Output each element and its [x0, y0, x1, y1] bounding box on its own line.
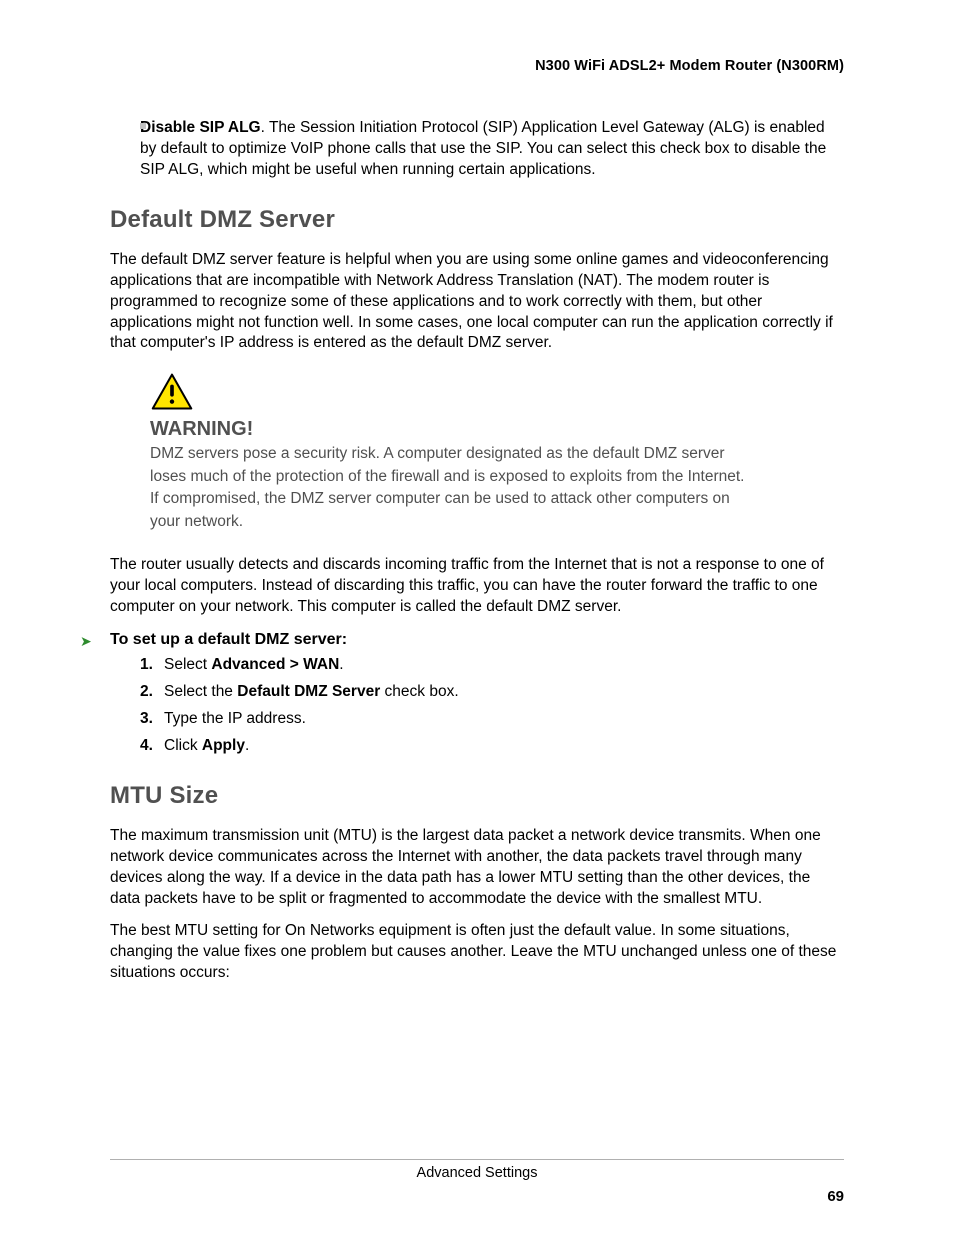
- arrow-icon: ➤: [80, 633, 92, 650]
- step-1: 1.Select Advanced > WAN.: [140, 655, 844, 676]
- footer-chapter: Advanced Settings: [0, 1165, 954, 1181]
- step-2-bold: Default DMZ Server: [237, 683, 380, 700]
- running-header: N300 WiFi ADSL2+ Modem Router (N300RM): [110, 58, 844, 74]
- procedure-title: To set up a default DMZ server:: [110, 631, 347, 648]
- warning-title: WARNING!: [150, 418, 844, 441]
- step-4-before: Click: [164, 737, 202, 754]
- step-3-text: Type the IP address.: [164, 710, 306, 727]
- step-4-bold: Apply: [202, 737, 245, 754]
- heading-default-dmz-server: Default DMZ Server: [110, 206, 844, 234]
- dmz-para-2: The router usually detects and discards …: [110, 555, 844, 617]
- footer-rule: [110, 1159, 844, 1160]
- warning-icon: [150, 372, 844, 412]
- procedure-steps: 1.Select Advanced > WAN. 2.Select the De…: [140, 655, 844, 756]
- heading-mtu-size: MTU Size: [110, 782, 844, 810]
- warning-body: DMZ servers pose a security risk. A comp…: [150, 443, 750, 533]
- bullet-item-disable-sip-alg: Disable SIP ALG. The Session Initiation …: [140, 118, 844, 180]
- step-number: 2.: [140, 682, 164, 703]
- procedure-header: ➤ To set up a default DMZ server:: [110, 631, 844, 649]
- bullet-label: Disable SIP ALG: [140, 119, 261, 136]
- step-number: 3.: [140, 709, 164, 730]
- step-2-after: check box.: [380, 683, 458, 700]
- page-container: N300 WiFi ADSL2+ Modem Router (N300RM) D…: [0, 0, 954, 1235]
- dmz-para-1: The default DMZ server feature is helpfu…: [110, 250, 844, 354]
- step-2-before: Select the: [164, 683, 237, 700]
- step-1-bold: Advanced > WAN: [211, 656, 339, 673]
- step-4: 4.Click Apply.: [140, 736, 844, 757]
- step-number: 1.: [140, 655, 164, 676]
- step-4-after: .: [245, 737, 249, 754]
- step-1-before: Select: [164, 656, 211, 673]
- mtu-para-1: The maximum transmission unit (MTU) is t…: [110, 826, 844, 909]
- step-number: 4.: [140, 736, 164, 757]
- mtu-para-2: The best MTU setting for On Networks equ…: [110, 921, 844, 983]
- step-2: 2.Select the Default DMZ Server check bo…: [140, 682, 844, 703]
- footer-page-number: 69: [827, 1188, 844, 1205]
- step-3: 3.Type the IP address.: [140, 709, 844, 730]
- bullet-dot-icon: [140, 123, 146, 129]
- warning-block: WARNING! DMZ servers pose a security ris…: [150, 372, 844, 533]
- step-1-after: .: [339, 656, 343, 673]
